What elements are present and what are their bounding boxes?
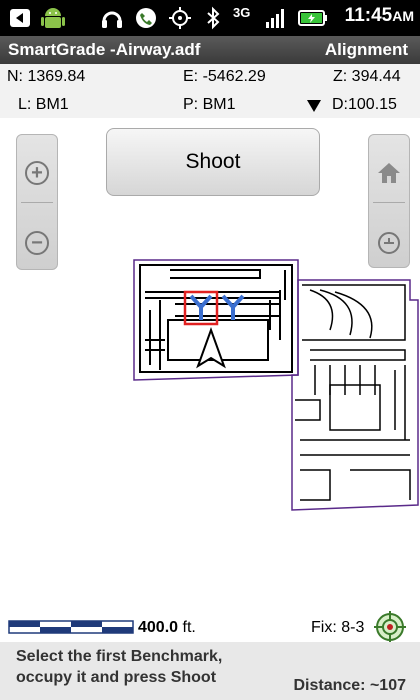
fix-status: Fix: 8-3 — [311, 619, 365, 636]
back-notification-icon — [10, 9, 30, 27]
battery-icon — [298, 10, 327, 26]
point-value[interactable]: P: BM1 — [183, 96, 235, 114]
zoom-minus-icon — [378, 232, 400, 254]
zoom-controls-left: + − — [16, 134, 58, 270]
home-icon — [378, 163, 400, 183]
coordinate-panel: N: 1369.84 E: -5462.29 Z: 394.44 L: BM1 … — [0, 64, 420, 118]
zoom-extent-button[interactable] — [369, 205, 409, 281]
scale-bar — [8, 620, 134, 634]
map-controls-right — [368, 134, 410, 268]
site-drawing — [133, 259, 419, 511]
scale-unit: ft. — [178, 619, 196, 636]
scale-label: 400.0 ft. — [138, 619, 196, 637]
instruction-line-2: occupy it and press Shoot — [16, 669, 217, 686]
interior-walls-right — [295, 284, 411, 501]
gps-icon — [169, 7, 191, 29]
northing-value: N: 1369.84 — [7, 68, 86, 85]
shoot-button[interactable]: Shoot — [106, 128, 320, 196]
clock-time: 11:45 — [344, 5, 393, 26]
title-bar: SmartGrade -Airway.adf Alignment — [0, 36, 420, 64]
android-icon — [41, 8, 65, 28]
plus-icon: + — [25, 161, 49, 185]
clock-suffix: AM — [392, 8, 414, 24]
mode-label[interactable]: Alignment — [325, 40, 408, 60]
building-outline-right — [291, 279, 419, 511]
zoom-out-button[interactable]: − — [17, 205, 57, 281]
bluetooth-icon — [207, 6, 220, 30]
zoom-in-button[interactable]: + — [17, 135, 57, 211]
app-title: SmartGrade -Airway.adf — [8, 40, 201, 59]
status-bar: 3G 11:45AM — [0, 0, 420, 36]
headphones-icon — [102, 11, 122, 28]
scale-number: 400.0 — [138, 619, 179, 636]
phone-icon — [136, 8, 156, 28]
instruction-text: Select the first Benchmark, occupy it an… — [16, 646, 222, 688]
elevation-value: Z: 394.44 — [333, 68, 401, 85]
easting-value: E: -5462.29 — [183, 68, 266, 85]
map-view[interactable]: + − — [0, 118, 420, 642]
instruction-line-1: Select the first Benchmark, — [16, 648, 223, 665]
home-button[interactable] — [369, 135, 409, 211]
signal-icon — [266, 9, 284, 28]
network-type: 3G — [233, 5, 251, 20]
gps-fix-icon[interactable] — [374, 611, 406, 643]
line-value: L: BM1 — [18, 96, 69, 113]
distance-readout: Distance: ~107 — [293, 677, 406, 694]
clock: 11:45AM — [345, 5, 414, 27]
minus-icon: − — [25, 231, 49, 255]
distance-value: D:100.15 — [332, 96, 397, 113]
dropdown-arrow-icon[interactable] — [307, 100, 321, 112]
